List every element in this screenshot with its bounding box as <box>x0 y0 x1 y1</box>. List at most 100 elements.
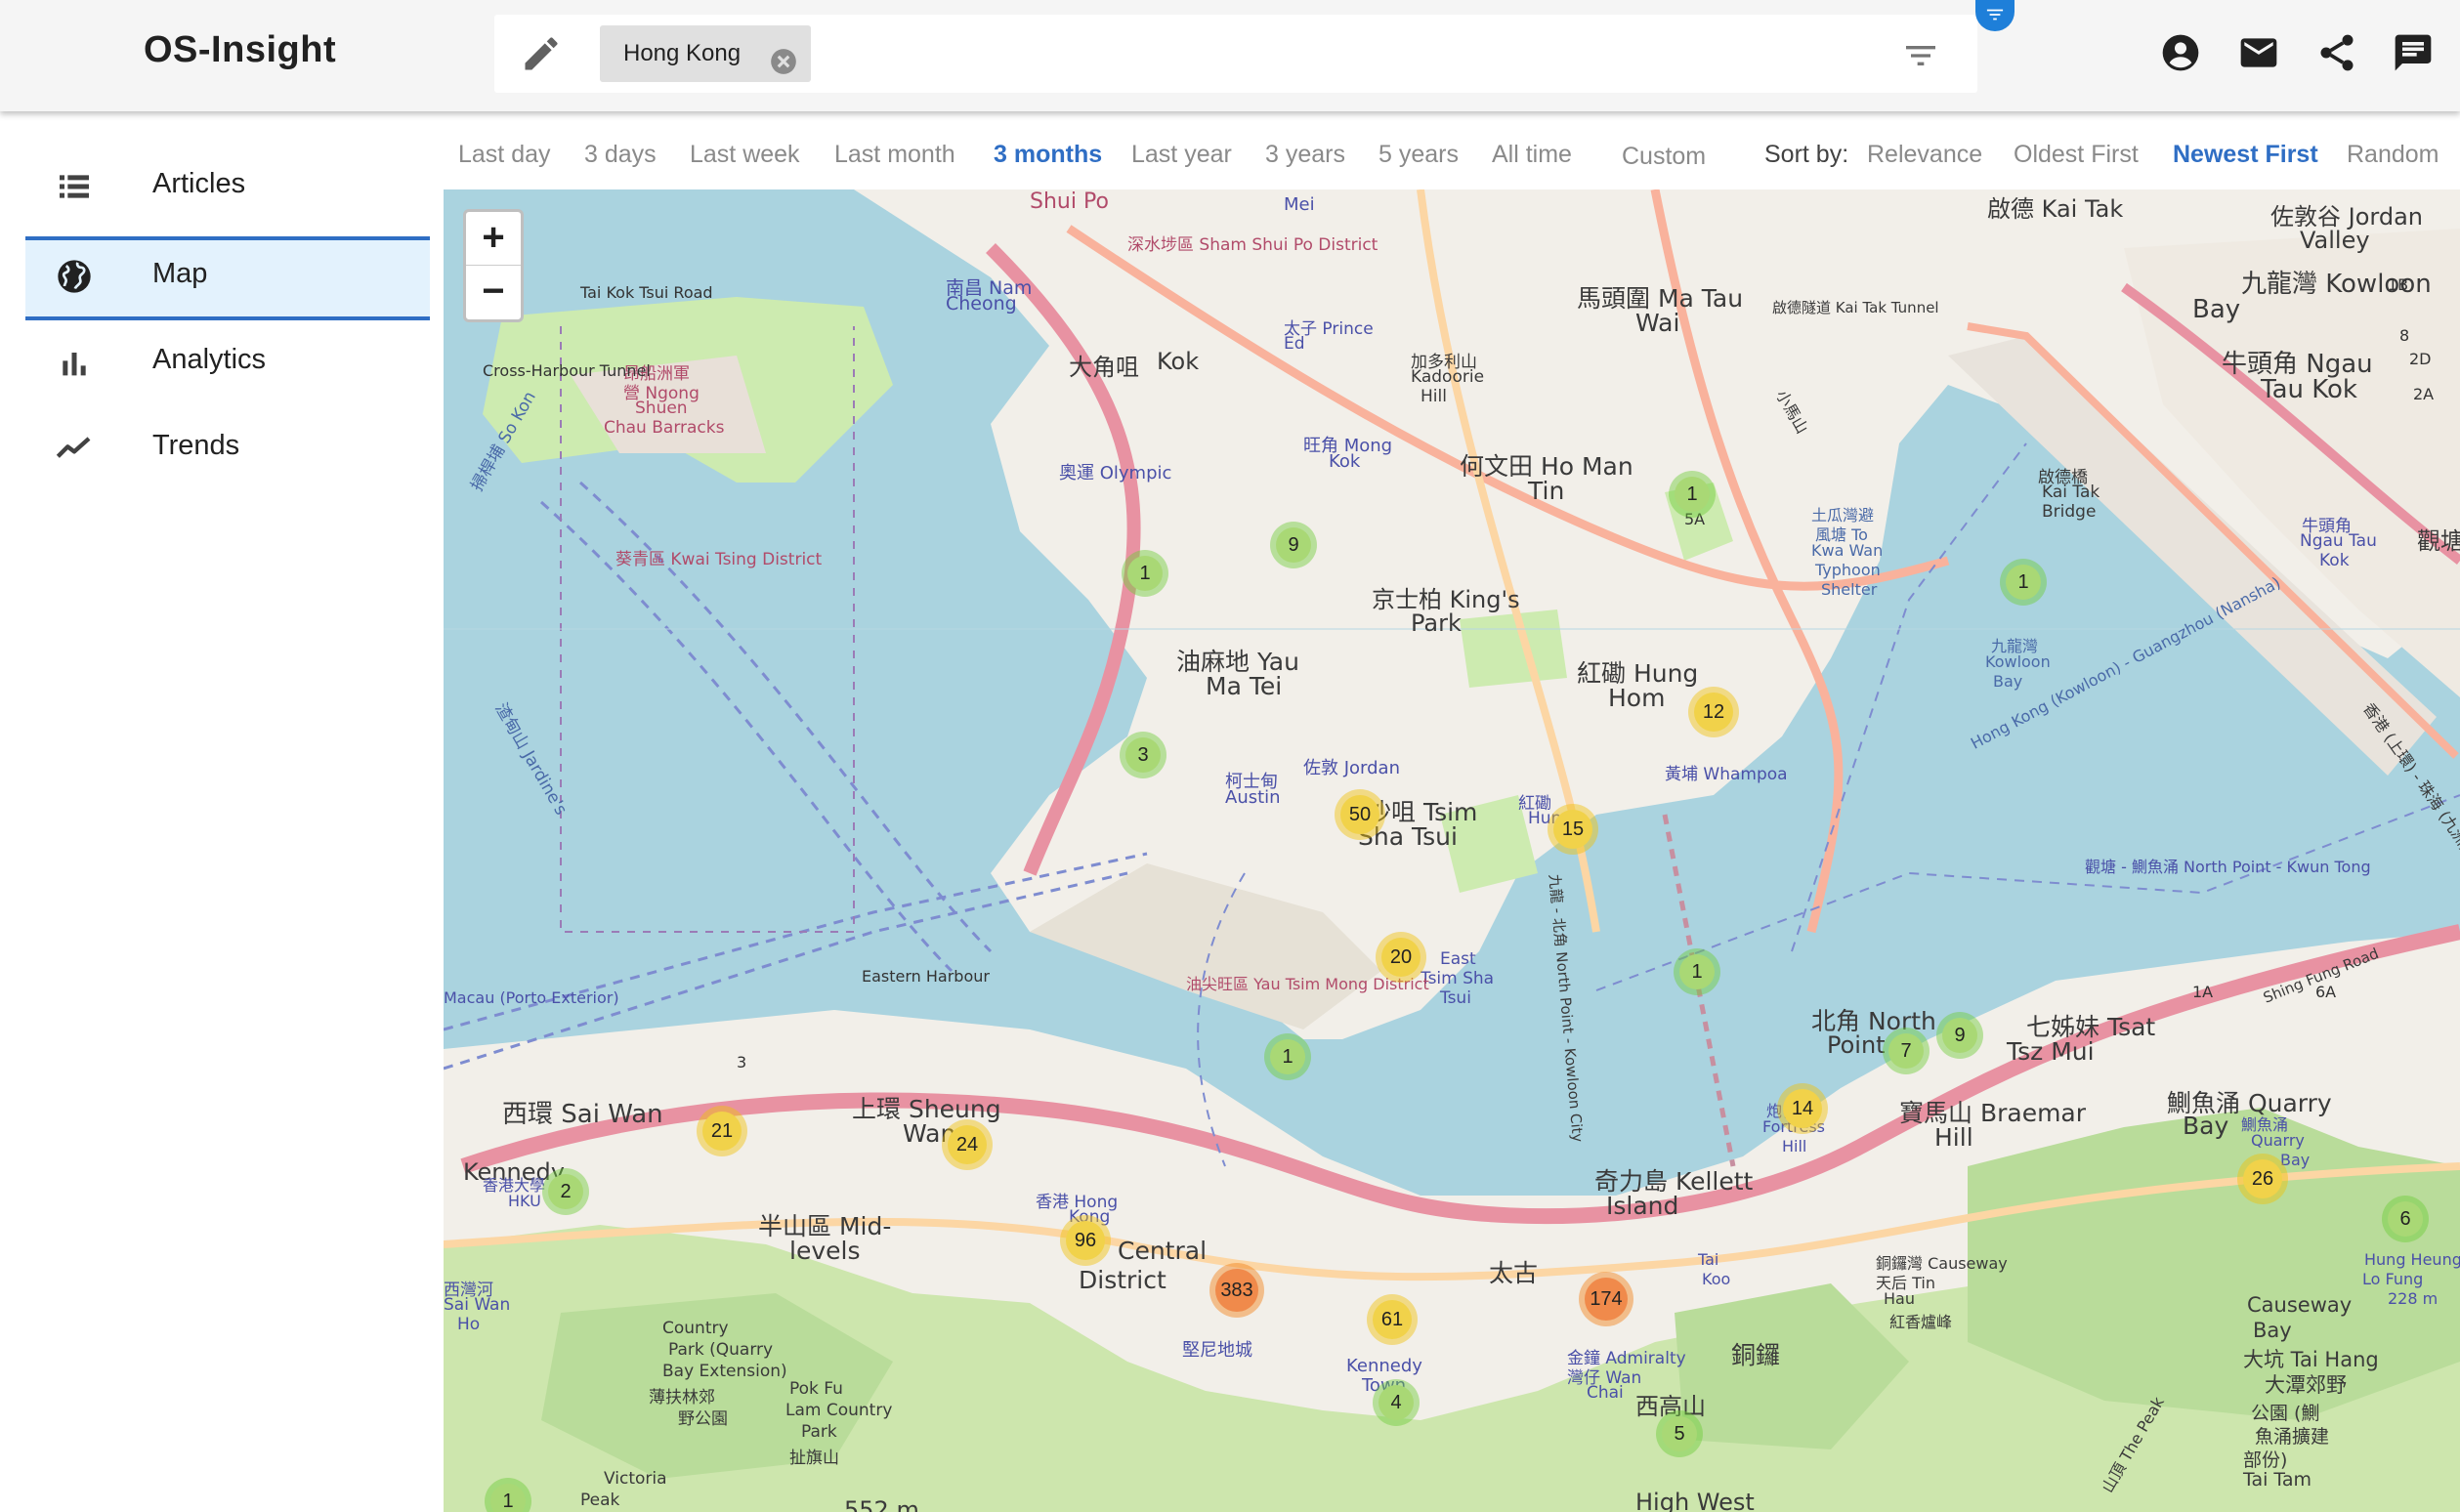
mail-icon[interactable] <box>2237 31 2280 74</box>
marker-cluster[interactable]: 14 <box>1777 1083 1828 1134</box>
time-filter-5-years[interactable]: 5 years <box>1378 141 1459 169</box>
marker-cluster[interactable]: 383 <box>1209 1263 1264 1318</box>
map-place-label: Bay Extension) <box>662 1362 787 1381</box>
map-place-label: 3 <box>737 1053 747 1071</box>
marker-cluster[interactable]: 3 <box>1120 732 1166 778</box>
map-place-label: 太古 <box>1489 1259 1539 1287</box>
marker-cluster[interactable]: 2 <box>542 1168 589 1215</box>
time-filter-last-day[interactable]: Last day <box>458 141 551 169</box>
map-place-label: 啟德 Kai Tak <box>1987 195 2124 223</box>
marker-cluster[interactable]: 6 <box>2382 1196 2429 1242</box>
marker-cluster[interactable]: 1 <box>2000 559 2047 606</box>
marker-cluster[interactable]: 1 <box>1674 948 1720 995</box>
share-icon[interactable] <box>2315 31 2358 74</box>
marker-cluster[interactable]: 20 <box>1376 932 1426 983</box>
app-title[interactable]: OS-Insight <box>144 29 336 71</box>
edit-icon[interactable] <box>520 32 563 75</box>
marker-cluster[interactable]: 5 <box>1656 1410 1703 1457</box>
time-filter-last-year[interactable]: Last year <box>1131 141 1232 169</box>
marker-cluster[interactable]: 1 <box>1264 1033 1311 1080</box>
map-place-label: Chau Barracks <box>604 418 725 438</box>
time-filter-3-days[interactable]: 3 days <box>584 141 657 169</box>
time-filter-last-month[interactable]: Last month <box>834 141 955 169</box>
map-place-label: 扯旗山 <box>789 1449 839 1468</box>
marker-cluster-count: 1 <box>2006 565 2041 600</box>
map-place-label: Point <box>1827 1031 1886 1059</box>
marker-cluster[interactable]: 21 <box>697 1106 747 1156</box>
time-filter-custom[interactable]: Custom <box>1622 143 1706 171</box>
time-filter-3-months[interactable]: 3 months <box>994 141 1102 169</box>
map-place-label: 1B <box>2388 275 2409 294</box>
sidebar-item-analytics[interactable]: Analytics <box>25 322 430 402</box>
marker-cluster[interactable]: 7 <box>1883 1028 1930 1074</box>
map-place-label: Cross-Harbour Tunnel <box>483 361 651 380</box>
map-place-label: 大潭郊野 <box>2265 1373 2347 1397</box>
sidebar-item-map[interactable]: Map <box>25 236 430 320</box>
map-place-label: Cheong <box>946 293 1017 315</box>
time-filter-last-week[interactable]: Last week <box>690 141 800 169</box>
map-place-label: Koo <box>1702 1270 1731 1288</box>
marker-cluster[interactable]: 12 <box>1688 687 1739 737</box>
top-app-bar: OS-Insight Hong Kong <box>0 0 2460 111</box>
map-place-label: 葵青區 Kwai Tsing District <box>615 550 823 569</box>
bar-chart-icon <box>55 343 94 382</box>
map-place-label: 大角咀 <box>1069 354 1139 381</box>
map-place-label: Kok <box>1157 348 1200 375</box>
feedback-icon[interactable] <box>2392 31 2435 74</box>
map-place-label: Kai Tak <box>2042 483 2100 502</box>
sidebar-item-articles[interactable]: Articles <box>25 147 430 227</box>
sidebar-item-trends[interactable]: Trends <box>25 408 430 488</box>
zoom-out-button[interactable]: − <box>466 266 521 318</box>
zoom-in-button[interactable]: + <box>466 212 521 266</box>
marker-cluster[interactable]: 174 <box>1579 1272 1633 1326</box>
marker-cluster[interactable]: 26 <box>2237 1154 2288 1204</box>
map-place-label: 野公園 <box>678 1409 728 1429</box>
map-place-label: Hill <box>1421 387 1447 406</box>
map-place-label: Tin <box>1528 477 1565 505</box>
trend-line-icon <box>55 429 94 468</box>
zoom-control: + − <box>463 209 524 322</box>
sort-option-relevance[interactable]: Relevance <box>1867 141 1982 169</box>
sort-option-newest-first[interactable]: Newest First <box>2173 141 2318 169</box>
marker-cluster-count: 1 <box>490 1484 526 1512</box>
search-bar[interactable]: Hong Kong <box>494 15 1977 93</box>
sort-option-random[interactable]: Random <box>2347 141 2439 169</box>
map-place-label: Shelter <box>1821 580 1878 599</box>
time-filter-3-years[interactable]: 3 years <box>1265 141 1345 169</box>
marker-cluster-count: 26 <box>2243 1159 2282 1198</box>
map-place-label: 1A <box>2192 983 2214 1001</box>
marker-cluster[interactable]: 1 <box>1669 471 1716 518</box>
sort-option-oldest-first[interactable]: Oldest First <box>2014 141 2139 169</box>
filter-list-icon[interactable] <box>1901 36 1940 75</box>
close-icon[interactable] <box>770 40 797 74</box>
map-place-label: Hung Heung <box>2364 1250 2460 1269</box>
marker-cluster-count: 174 <box>1585 1278 1628 1321</box>
marker-cluster-count: 14 <box>1783 1089 1822 1128</box>
map-place-label: 2D <box>2409 350 2432 368</box>
marker-cluster-count: 9 <box>1942 1018 1977 1053</box>
marker-cluster[interactable]: 9 <box>1270 522 1317 568</box>
map-place-label: Central <box>1118 1237 1208 1265</box>
marker-cluster-count: 3 <box>1125 737 1161 773</box>
map-place-label: High West <box>1635 1489 1755 1512</box>
marker-cluster[interactable]: 1 <box>1122 550 1168 597</box>
time-filter-all-time[interactable]: All time <box>1492 141 1572 169</box>
map-place-label: HKU <box>508 1192 541 1210</box>
marker-cluster[interactable]: 50 <box>1335 789 1385 840</box>
account-circle-icon[interactable] <box>2159 31 2202 74</box>
marker-cluster[interactable]: 4 <box>1373 1379 1420 1426</box>
map-place-label: Valley <box>2300 227 2370 254</box>
map-place-label: Kowloon <box>1985 652 2051 671</box>
marker-cluster[interactable]: 15 <box>1548 804 1598 855</box>
map-place-label: 銅鑼 <box>1731 1341 1781 1369</box>
marker-cluster[interactable]: 24 <box>942 1119 993 1170</box>
marker-cluster[interactable]: 9 <box>1936 1012 1983 1059</box>
marker-cluster[interactable]: 96 <box>1060 1215 1111 1266</box>
map-place-label: Country <box>662 1319 729 1338</box>
map-place-label: Bay <box>2183 1112 2229 1140</box>
map-place-label: Bay <box>1993 672 2023 691</box>
filter-toggle-icon[interactable] <box>1975 0 2015 31</box>
map-view[interactable]: Shui Po Mei 深水埗區 Sham Shui Po District 啟德 K… <box>444 189 2460 1512</box>
marker-cluster-count: 61 <box>1373 1300 1412 1339</box>
marker-cluster[interactable]: 61 <box>1367 1294 1418 1345</box>
